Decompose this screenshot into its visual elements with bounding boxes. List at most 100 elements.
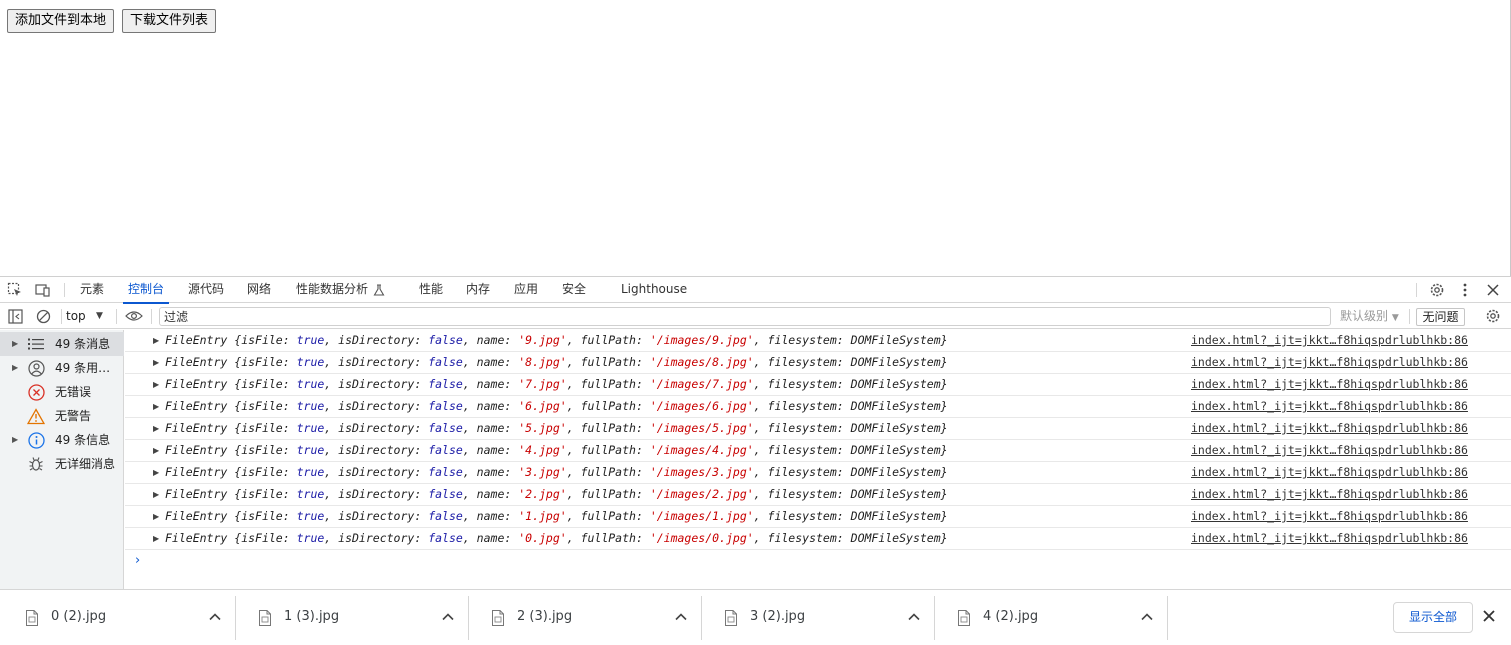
expand-arrow-icon[interactable]: ▶ bbox=[12, 332, 18, 356]
toolbar-divider bbox=[116, 309, 117, 324]
console-log-row[interactable]: ▶ FileEntry {isFile: true, isDirectory: f… bbox=[125, 506, 1511, 528]
sidebar-toggle-icon[interactable] bbox=[6, 307, 24, 325]
console-log-row[interactable]: ▶ FileEntry {isFile: true, isDirectory: f… bbox=[125, 374, 1511, 396]
console-sidebar: ▶ 49 条消息 ▶ 49 条用户… 无错误 无警告 ▶ 49 条信息 无详细消… bbox=[0, 330, 124, 590]
sidebar-item-verbose[interactable]: 无详细消息 bbox=[0, 452, 124, 476]
warning-icon bbox=[27, 407, 45, 425]
expand-object-arrow-icon[interactable]: ▶ bbox=[153, 506, 159, 527]
close-devtools-icon[interactable] bbox=[1484, 281, 1502, 299]
console-log-row[interactable]: ▶ FileEntry {isFile: true, isDirectory: f… bbox=[125, 462, 1511, 484]
image-file-icon bbox=[491, 610, 505, 626]
sidebar-item-warnings[interactable]: 无警告 bbox=[0, 404, 124, 428]
chevron-up-icon[interactable] bbox=[206, 608, 224, 626]
expand-arrow-icon[interactable]: ▶ bbox=[12, 356, 18, 380]
issues-button[interactable]: 无问题 bbox=[1416, 308, 1465, 326]
live-expression-eye-icon[interactable] bbox=[124, 307, 144, 325]
tab-application[interactable]: 应用 bbox=[514, 277, 538, 303]
add-files-local-button[interactable]: 添加文件到本地 bbox=[7, 9, 115, 33]
console-log-row[interactable]: ▶ FileEntry {isFile: true, isDirectory: f… bbox=[125, 352, 1511, 374]
download-item[interactable]: 4 (2).jpg bbox=[935, 596, 1168, 640]
sidebar-item-errors[interactable]: 无错误 bbox=[0, 380, 124, 404]
tab-elements[interactable]: 元素 bbox=[80, 277, 104, 303]
sidebar-item-label: 49 条消息 bbox=[55, 337, 111, 351]
toolbar-divider bbox=[151, 309, 152, 324]
download-item[interactable]: 2 (3).jpg bbox=[469, 596, 702, 640]
log-source-link[interactable]: index.html?_ijt=jkkt…f8hiqspdrlublhkb:86 bbox=[1191, 374, 1468, 395]
more-options-icon[interactable] bbox=[1456, 281, 1474, 299]
chevron-up-icon[interactable] bbox=[672, 608, 690, 626]
log-source-link[interactable]: index.html?_ijt=jkkt…f8hiqspdrlublhkb:86 bbox=[1191, 418, 1468, 439]
download-item[interactable]: 0 (2).jpg bbox=[3, 596, 236, 640]
download-file-list-button[interactable]: 下载文件列表 bbox=[122, 9, 217, 33]
log-source-link[interactable]: index.html?_ijt=jkkt…f8hiqspdrlublhkb:86 bbox=[1191, 528, 1468, 549]
tab-network[interactable]: 网络 bbox=[247, 277, 271, 303]
log-levels-select[interactable]: 默认级别 ▼ bbox=[1340, 307, 1399, 326]
expand-object-arrow-icon[interactable]: ▶ bbox=[153, 440, 159, 461]
sidebar-item-user-messages[interactable]: ▶ 49 条用户… bbox=[0, 356, 124, 380]
expand-object-arrow-icon[interactable]: ▶ bbox=[153, 418, 159, 439]
log-source-link[interactable]: index.html?_ijt=jkkt…f8hiqspdrlublhkb:86 bbox=[1191, 506, 1468, 527]
log-message: FileEntry {isFile: true, isDirectory: fa… bbox=[165, 465, 948, 479]
log-source-link[interactable]: index.html?_ijt=jkkt…f8hiqspdrlublhkb:86 bbox=[1191, 484, 1468, 505]
log-levels-label: 默认级别 bbox=[1340, 309, 1389, 323]
expand-object-arrow-icon[interactable]: ▶ bbox=[153, 374, 159, 395]
toolbar-divider bbox=[1409, 309, 1410, 324]
log-source-link[interactable]: index.html?_ijt=jkkt…f8hiqspdrlublhkb:86 bbox=[1191, 396, 1468, 417]
log-source-link[interactable]: index.html?_ijt=jkkt…f8hiqspdrlublhkb:86 bbox=[1191, 440, 1468, 461]
download-item[interactable]: 1 (3).jpg bbox=[236, 596, 469, 640]
settings-gear-icon[interactable] bbox=[1428, 281, 1446, 299]
console-log-row[interactable]: ▶ FileEntry {isFile: true, isDirectory: f… bbox=[125, 528, 1511, 550]
expand-object-arrow-icon[interactable]: ▶ bbox=[153, 528, 159, 549]
console-log-row[interactable]: ▶ FileEntry {isFile: true, isDirectory: f… bbox=[125, 484, 1511, 506]
user-icon bbox=[27, 359, 45, 377]
show-all-downloads-button[interactable]: 显示全部 bbox=[1393, 602, 1473, 633]
expand-object-arrow-icon[interactable]: ▶ bbox=[153, 352, 159, 373]
tab-security[interactable]: 安全 bbox=[562, 277, 586, 303]
bug-icon bbox=[27, 455, 45, 473]
console-settings-gear-icon[interactable] bbox=[1484, 307, 1502, 325]
sidebar-item-label: 49 条用户… bbox=[55, 361, 121, 375]
expand-object-arrow-icon[interactable]: ▶ bbox=[153, 330, 159, 351]
download-shelf: 0 (2).jpg 1 (3).jpg 2 (3).jpg 3 (2).jpg 4 (2… bbox=[0, 589, 1511, 645]
log-message: FileEntry {isFile: true, isDirectory: fa… bbox=[165, 531, 948, 545]
chevron-up-icon[interactable] bbox=[439, 608, 457, 626]
info-icon bbox=[27, 431, 45, 449]
console-toolbar: top ▼ 默认级别 ▼ 无问题 bbox=[0, 304, 1511, 329]
sidebar-item-info[interactable]: ▶ 49 条信息 bbox=[0, 428, 124, 452]
log-source-link[interactable]: index.html?_ijt=jkkt…f8hiqspdrlublhkb:86 bbox=[1191, 330, 1468, 351]
context-select[interactable]: top ▼ bbox=[66, 307, 110, 326]
console-prompt[interactable]: › bbox=[125, 551, 1511, 573]
flask-icon bbox=[370, 281, 388, 299]
download-item[interactable]: 3 (2).jpg bbox=[702, 596, 935, 640]
tab-console[interactable]: 控制台 bbox=[122, 277, 170, 304]
close-download-shelf-icon[interactable] bbox=[1482, 609, 1500, 627]
device-toolbar-icon[interactable] bbox=[34, 281, 52, 299]
expand-object-arrow-icon[interactable]: ▶ bbox=[153, 484, 159, 505]
console-log-row[interactable]: ▶ FileEntry {isFile: true, isDirectory: f… bbox=[125, 418, 1511, 440]
tab-performance-insights[interactable]: 性能数据分析 bbox=[296, 277, 368, 303]
sidebar-item-messages[interactable]: ▶ 49 条消息 bbox=[0, 332, 124, 356]
expand-arrow-icon[interactable]: ▶ bbox=[12, 428, 18, 452]
expand-object-arrow-icon[interactable]: ▶ bbox=[153, 396, 159, 417]
chevron-up-icon[interactable] bbox=[1138, 608, 1156, 626]
expand-object-arrow-icon[interactable]: ▶ bbox=[153, 462, 159, 483]
tab-sources[interactable]: 源代码 bbox=[188, 277, 224, 303]
filter-input[interactable] bbox=[159, 307, 1331, 326]
tab-lighthouse[interactable]: Lighthouse bbox=[621, 277, 687, 303]
log-source-link[interactable]: index.html?_ijt=jkkt…f8hiqspdrlublhkb:86 bbox=[1191, 462, 1468, 483]
console-log-row[interactable]: ▶ FileEntry {isFile: true, isDirectory: f… bbox=[125, 330, 1511, 352]
inspect-element-icon[interactable] bbox=[6, 281, 24, 299]
log-message: FileEntry {isFile: true, isDirectory: fa… bbox=[165, 333, 948, 347]
chevron-up-icon[interactable] bbox=[905, 608, 923, 626]
clear-console-icon[interactable] bbox=[34, 307, 52, 325]
tabbar-divider bbox=[1416, 283, 1417, 297]
console-log-row[interactable]: ▶ FileEntry {isFile: true, isDirectory: f… bbox=[125, 440, 1511, 462]
toolbar-divider bbox=[61, 309, 62, 324]
log-source-link[interactable]: index.html?_ijt=jkkt…f8hiqspdrlublhkb:86 bbox=[1191, 352, 1468, 373]
log-message: FileEntry {isFile: true, isDirectory: fa… bbox=[165, 421, 948, 435]
console-output: ▶ FileEntry {isFile: true, isDirectory: f… bbox=[125, 330, 1511, 590]
tab-memory[interactable]: 内存 bbox=[466, 277, 490, 303]
tab-performance[interactable]: 性能 bbox=[419, 277, 443, 303]
console-log-row[interactable]: ▶ FileEntry {isFile: true, isDirectory: f… bbox=[125, 396, 1511, 418]
download-filename: 4 (2).jpg bbox=[983, 609, 1039, 624]
